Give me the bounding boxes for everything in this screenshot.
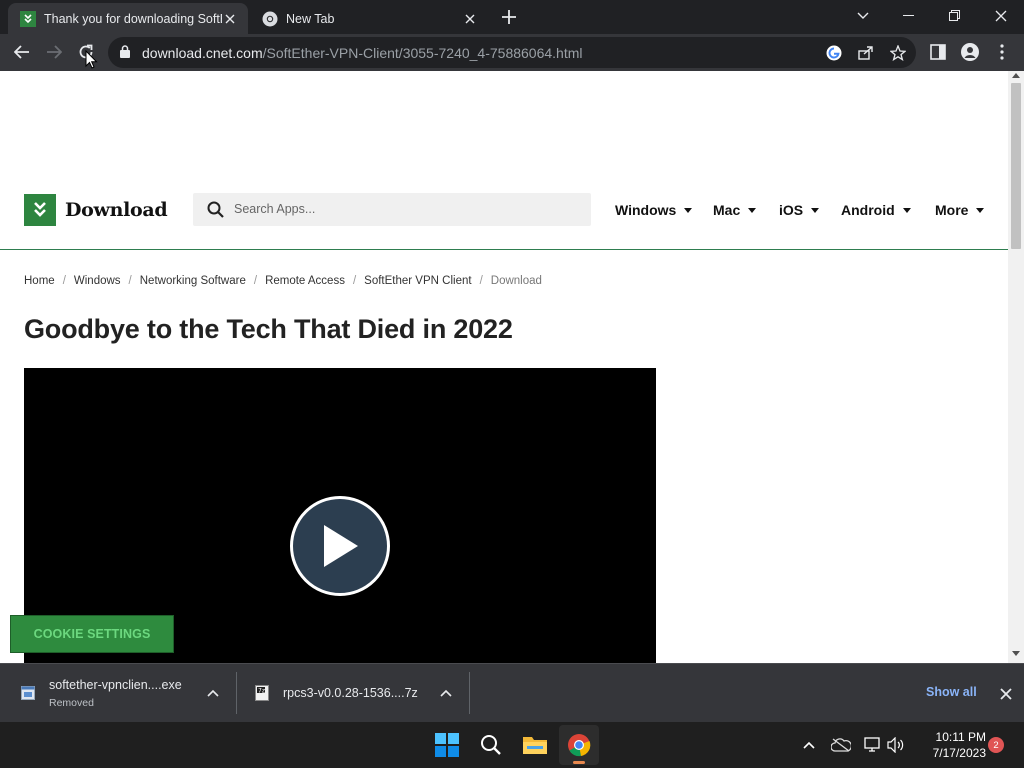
caret-down-icon bbox=[748, 207, 757, 213]
logo-text: Download bbox=[65, 199, 168, 221]
search-icon bbox=[207, 201, 224, 223]
caret-down-icon bbox=[811, 207, 820, 213]
clock-date: 7/17/2023 bbox=[932, 746, 986, 760]
breadcrumb-networking-software[interactable]: Networking Software bbox=[140, 275, 246, 287]
download-filename: rpcs3-v0.0.28-1536....7z bbox=[283, 686, 418, 700]
kebab-menu-icon[interactable] bbox=[989, 39, 1015, 65]
caret-down-icon bbox=[976, 207, 985, 213]
mouse-cursor-icon bbox=[85, 49, 98, 75]
chrome-favicon-icon bbox=[262, 11, 278, 27]
scrollbar-thumb[interactable] bbox=[1011, 83, 1021, 249]
tab-title: Thank you for downloading SoftEther bbox=[44, 11, 222, 26]
svg-text:7z: 7z bbox=[258, 688, 265, 695]
tray-overflow-chevron-icon[interactable] bbox=[798, 734, 820, 756]
windows-taskbar: 10:11 PM 7/17/2023 2 bbox=[0, 722, 1024, 768]
cnet-download-favicon-icon bbox=[20, 10, 36, 27]
caret-down-icon bbox=[902, 207, 911, 213]
chrome-taskbar-icon[interactable] bbox=[559, 725, 599, 765]
chevron-up-icon[interactable] bbox=[205, 685, 221, 701]
google-lens-icon[interactable] bbox=[823, 42, 845, 64]
tab-search-chevron-icon[interactable] bbox=[849, 4, 877, 28]
exe-file-icon bbox=[20, 684, 36, 702]
page-title: Goodbye to the Tech That Died in 2022 bbox=[24, 314, 513, 344]
7z-file-icon: 7z bbox=[254, 684, 270, 702]
search-taskbar-icon[interactable] bbox=[471, 725, 511, 765]
tab-download-thankyou[interactable]: Thank you for downloading SoftEther bbox=[8, 3, 248, 34]
site-header: Download Search Apps... Windows Mac iOS … bbox=[0, 176, 1008, 250]
breadcrumb-windows[interactable]: Windows bbox=[74, 275, 121, 287]
share-icon[interactable] bbox=[855, 42, 877, 64]
minimize-icon[interactable] bbox=[895, 4, 923, 28]
volume-icon[interactable] bbox=[885, 734, 907, 756]
close-shelf-icon[interactable] bbox=[997, 685, 1015, 703]
browser-toolbar: download.cnet.com/SoftEther-VPN-Client/3… bbox=[0, 34, 1024, 71]
clock-time: 10:11 PM bbox=[935, 730, 986, 744]
nav-windows[interactable]: Windows bbox=[615, 202, 693, 218]
divider bbox=[236, 672, 237, 714]
network-icon[interactable] bbox=[862, 734, 884, 756]
tab-new-tab[interactable]: New Tab bbox=[250, 3, 488, 34]
notification-badge[interactable]: 2 bbox=[988, 737, 1004, 753]
search-input[interactable]: Search Apps... bbox=[193, 193, 591, 226]
forward-arrow-icon[interactable] bbox=[41, 39, 67, 65]
tab-close-icon[interactable] bbox=[222, 11, 238, 27]
download-shelf: softether-vpnclien....exe Removed 7z rpc… bbox=[0, 663, 1024, 722]
download-logo[interactable]: Download bbox=[24, 194, 168, 226]
breadcrumb-current: Download bbox=[490, 275, 542, 287]
tab-strip: Thank you for downloading SoftEther New … bbox=[0, 0, 1024, 34]
web-page: Download Search Apps... Windows Mac iOS … bbox=[0, 71, 1008, 663]
show-all-downloads-link[interactable]: Show all bbox=[926, 685, 977, 699]
nav-more[interactable]: More bbox=[935, 202, 985, 218]
bookmark-star-icon[interactable] bbox=[887, 42, 909, 64]
search-placeholder: Search Apps... bbox=[234, 202, 316, 216]
scroll-up-icon[interactable] bbox=[1012, 73, 1020, 78]
tab-close-icon[interactable] bbox=[462, 11, 478, 27]
side-panel-icon[interactable] bbox=[925, 39, 951, 65]
lock-icon[interactable] bbox=[120, 45, 130, 63]
breadcrumb: Home / Windows / Networking Software / Remo… bbox=[24, 275, 542, 287]
restore-icon[interactable] bbox=[941, 4, 969, 28]
new-tab-plus-icon[interactable] bbox=[499, 7, 519, 27]
divider bbox=[469, 672, 470, 714]
system-clock[interactable]: 10:11 PM 7/17/2023 bbox=[916, 729, 986, 761]
caret-down-icon bbox=[684, 207, 693, 213]
breadcrumb-softether-vpn-client[interactable]: SoftEther VPN Client bbox=[364, 275, 471, 287]
download-logo-mark-icon bbox=[24, 194, 56, 226]
address-bar[interactable]: download.cnet.com/SoftEther-VPN-Client/3… bbox=[108, 37, 916, 68]
scroll-down-icon[interactable] bbox=[1012, 651, 1020, 656]
chevron-up-icon[interactable] bbox=[438, 685, 454, 701]
back-arrow-icon[interactable] bbox=[9, 39, 35, 65]
download-item-rpcs3[interactable]: 7z rpcs3-v0.0.28-1536....7z bbox=[254, 664, 464, 722]
windows-start-icon[interactable] bbox=[427, 725, 467, 765]
download-status: Removed bbox=[49, 696, 94, 709]
play-button-icon[interactable] bbox=[290, 496, 390, 596]
nav-ios[interactable]: iOS bbox=[779, 202, 820, 218]
tab-title: New Tab bbox=[286, 11, 335, 26]
profile-avatar-icon[interactable] bbox=[957, 39, 983, 65]
close-window-icon[interactable] bbox=[987, 4, 1015, 28]
url-text[interactable]: download.cnet.com/SoftEther-VPN-Client/3… bbox=[142, 45, 583, 61]
cookie-settings-button[interactable]: COOKIE SETTINGS bbox=[10, 615, 174, 653]
page-scrollbar[interactable] bbox=[1008, 71, 1024, 663]
breadcrumb-home[interactable]: Home bbox=[24, 275, 55, 287]
download-item-softether[interactable]: softether-vpnclien....exe Removed bbox=[20, 664, 230, 722]
active-app-indicator bbox=[573, 761, 585, 764]
nav-mac[interactable]: Mac bbox=[713, 202, 757, 218]
breadcrumb-remote-access[interactable]: Remote Access bbox=[265, 275, 345, 287]
download-filename: softether-vpnclien....exe bbox=[49, 677, 182, 692]
nav-android[interactable]: Android bbox=[841, 202, 911, 218]
onedrive-icon[interactable] bbox=[830, 734, 852, 756]
file-explorer-icon[interactable] bbox=[515, 725, 555, 765]
